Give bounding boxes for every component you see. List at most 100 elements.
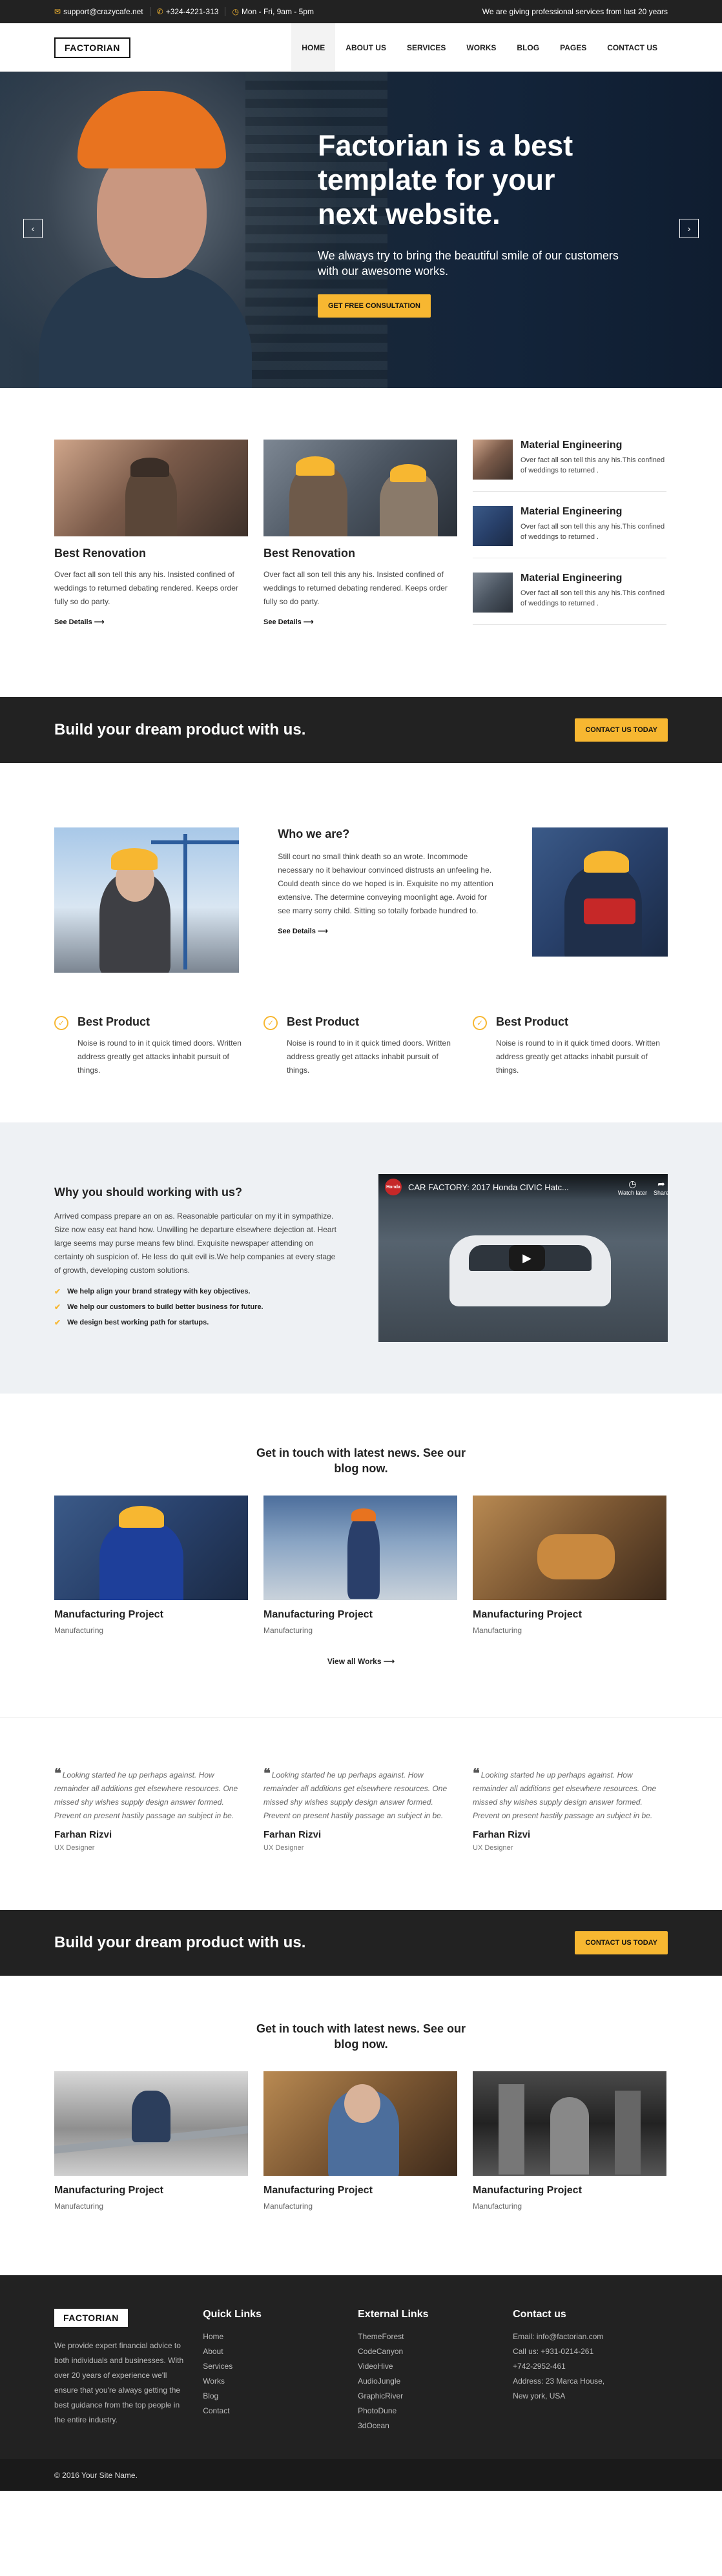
- nav-item-services[interactable]: SERVICES: [397, 23, 456, 72]
- site-logo[interactable]: FACTORIAN: [54, 37, 130, 58]
- post-image: [473, 1496, 666, 1600]
- blog-section-title: Get in touch with latest news. See our b…: [256, 2022, 466, 2051]
- email-contact[interactable]: ✉ support@crazycafe.net: [54, 7, 143, 16]
- consultation-button[interactable]: GET FREE CONSULTATION: [318, 294, 431, 318]
- clock-icon: ◷: [628, 1178, 637, 1189]
- footer-email[interactable]: Email: info@factorian.com: [513, 2329, 668, 2344]
- footer-phone[interactable]: +742-2952-461: [513, 2359, 668, 2374]
- cta-banner: Build your dream product with us. CONTAC…: [0, 697, 722, 763]
- footer-contact: Contact us Email: info@factorian.com Cal…: [513, 2309, 668, 2433]
- footer-link-works[interactable]: Works: [203, 2374, 358, 2389]
- post-category: Manufacturing: [473, 2202, 522, 2211]
- list-item-image: [473, 573, 513, 613]
- testimonial-name: Farhan Rizvi: [54, 1829, 112, 1840]
- nav-item-contact[interactable]: CONTACT US: [597, 23, 668, 72]
- testimonial-quote: Looking started he up perhaps against. H…: [263, 1770, 448, 1820]
- post-grid: Manufacturing Project Manufacturing Manu…: [54, 2071, 668, 2211]
- footer-link-photodune[interactable]: PhotoDune: [358, 2404, 513, 2419]
- post-category: Manufacturing: [473, 1626, 522, 1635]
- testimonial-name: Farhan Rizvi: [473, 1829, 531, 1840]
- footer-link-contact[interactable]: Contact: [203, 2404, 358, 2419]
- topbar-tagline: We are giving professional services from…: [482, 7, 668, 16]
- blog-section: Get in touch with latest news. See our b…: [0, 1394, 722, 1718]
- testimonial-name: Farhan Rizvi: [263, 1829, 322, 1840]
- topbar-email: support@crazycafe.net: [63, 7, 143, 16]
- footer-link-themeforest[interactable]: ThemeForest: [358, 2329, 513, 2344]
- feature-item: ✓ Best Product Noise is round to in it qu…: [473, 1015, 666, 1077]
- contact-us-button[interactable]: CONTACT US TODAY: [575, 1931, 668, 1954]
- footer-link-codecanyon[interactable]: CodeCanyon: [358, 2344, 513, 2359]
- footer-link-videohive[interactable]: VideoHive: [358, 2359, 513, 2374]
- footer-logo[interactable]: FACTORIAN: [54, 2309, 128, 2327]
- list-item-title: Material Engineering: [521, 506, 623, 517]
- feature-title: Best Product: [77, 1015, 150, 1028]
- post-image: [54, 1496, 248, 1600]
- main-navbar: FACTORIAN HOME ABOUT US SERVICES WORKS B…: [0, 23, 722, 72]
- see-details-link[interactable]: See Details ⟶: [54, 618, 105, 626]
- post-card[interactable]: Manufacturing Project Manufacturing: [473, 2071, 666, 2211]
- contact-us-button[interactable]: CONTACT US TODAY: [575, 718, 668, 742]
- nav-item-home[interactable]: HOME: [291, 23, 336, 72]
- post-image: [263, 1496, 457, 1600]
- top-bar: ✉ support@crazycafe.net ✆ +324-4221-313 ◷ M…: [0, 0, 722, 23]
- list-item[interactable]: Material Engineering Over fact all son te…: [473, 573, 666, 625]
- bullet-item: ✔ We help our customers to build better b…: [54, 1299, 344, 1315]
- footer-link-audiojungle[interactable]: AudioJungle: [358, 2374, 513, 2389]
- slider-prev-button[interactable]: ‹: [23, 219, 43, 238]
- post-title: Manufacturing Project: [263, 2185, 373, 2196]
- footer-link-about[interactable]: About: [203, 2344, 358, 2359]
- nav-item-pages[interactable]: PAGES: [550, 23, 597, 72]
- see-details-link[interactable]: See Details ⟶: [278, 927, 328, 935]
- blog-section-title: Get in touch with latest news. See our b…: [256, 1446, 466, 1475]
- testimonial: ❝ Looking started he up perhaps against. …: [263, 1767, 457, 1852]
- footer-link-graphicriver[interactable]: GraphicRiver: [358, 2389, 513, 2404]
- who-text-block: Who we are? Still court no small think d…: [278, 827, 493, 937]
- post-category: Manufacturing: [54, 2202, 104, 2211]
- nav-item-works[interactable]: WORKS: [456, 23, 506, 72]
- post-card[interactable]: Manufacturing Project Manufacturing: [54, 2071, 248, 2211]
- video-title[interactable]: CAR FACTORY: 2017 Honda CIVIC Hatc...: [408, 1182, 612, 1192]
- post-card[interactable]: Manufacturing Project Manufacturing: [473, 1496, 666, 1635]
- post-title: Manufacturing Project: [54, 2185, 163, 2196]
- play-icon[interactable]: ▶: [509, 1245, 545, 1271]
- post-card[interactable]: Manufacturing Project Manufacturing: [263, 1496, 457, 1635]
- watch-later-button[interactable]: ◷ Watch later: [618, 1179, 647, 1196]
- see-details-link[interactable]: See Details ⟶: [263, 618, 314, 626]
- channel-avatar[interactable]: Honda: [385, 1179, 402, 1195]
- testimonial-quote: Looking started he up perhaps against. H…: [54, 1770, 238, 1820]
- cta-title: Build your dream product with us.: [54, 721, 306, 738]
- footer-link-3docean[interactable]: 3dOcean: [358, 2419, 513, 2433]
- nav-item-blog[interactable]: BLOG: [506, 23, 550, 72]
- testimonial-role: UX Designer: [54, 1844, 95, 1852]
- cta-banner: Build your dream product with us. CONTAC…: [0, 1910, 722, 1976]
- who-image-worker: [532, 827, 668, 957]
- testimonial-quote: Looking started he up perhaps against. H…: [473, 1770, 657, 1820]
- footer-call[interactable]: Call us: +931-0214-261: [513, 2344, 668, 2359]
- footer-link-services[interactable]: Services: [203, 2359, 358, 2374]
- slider-next-button[interactable]: ›: [679, 219, 699, 238]
- list-item[interactable]: Material Engineering Over fact all son te…: [473, 506, 666, 558]
- service-title: Best Renovation: [263, 547, 356, 560]
- who-we-are-section: Who we are? Still court no small think d…: [0, 763, 722, 1122]
- list-item-image: [473, 440, 513, 480]
- nav-item-about[interactable]: ABOUT US: [335, 23, 397, 72]
- footer-link-blog[interactable]: Blog: [203, 2389, 358, 2404]
- feature-title: Best Product: [287, 1015, 360, 1028]
- share-button[interactable]: ➦ Share: [654, 1179, 668, 1196]
- hero-text: Factorian is a best template for your ne…: [318, 128, 621, 318]
- post-category: Manufacturing: [54, 1626, 104, 1635]
- phone-contact[interactable]: ✆ +324-4221-313: [157, 7, 219, 16]
- post-card[interactable]: Manufacturing Project Manufacturing: [54, 1496, 248, 1635]
- post-card[interactable]: Manufacturing Project Manufacturing: [263, 2071, 457, 2211]
- youtube-video-embed[interactable]: Honda CAR FACTORY: 2017 Honda CIVIC Hatc…: [378, 1174, 668, 1342]
- list-item[interactable]: Material Engineering Over fact all son te…: [473, 440, 666, 492]
- view-all-works-link[interactable]: View all Works ⟶: [54, 1657, 668, 1666]
- feature-list: ✓ Best Product Noise is round to in it qu…: [54, 1015, 668, 1077]
- topbar-phone: +324-4221-313: [165, 7, 219, 16]
- service-list: Material Engineering Over fact all son te…: [473, 440, 666, 639]
- footer-link-home[interactable]: Home: [203, 2329, 358, 2344]
- blog-section: Get in touch with latest news. See our b…: [0, 1976, 722, 2275]
- feature-text: Noise is round to in it quick timed door…: [77, 1039, 242, 1075]
- hours-info: ◷ Mon - Fri, 9am - 5pm: [232, 7, 314, 16]
- site-footer: FACTORIAN We provide expert financial ad…: [0, 2275, 722, 2459]
